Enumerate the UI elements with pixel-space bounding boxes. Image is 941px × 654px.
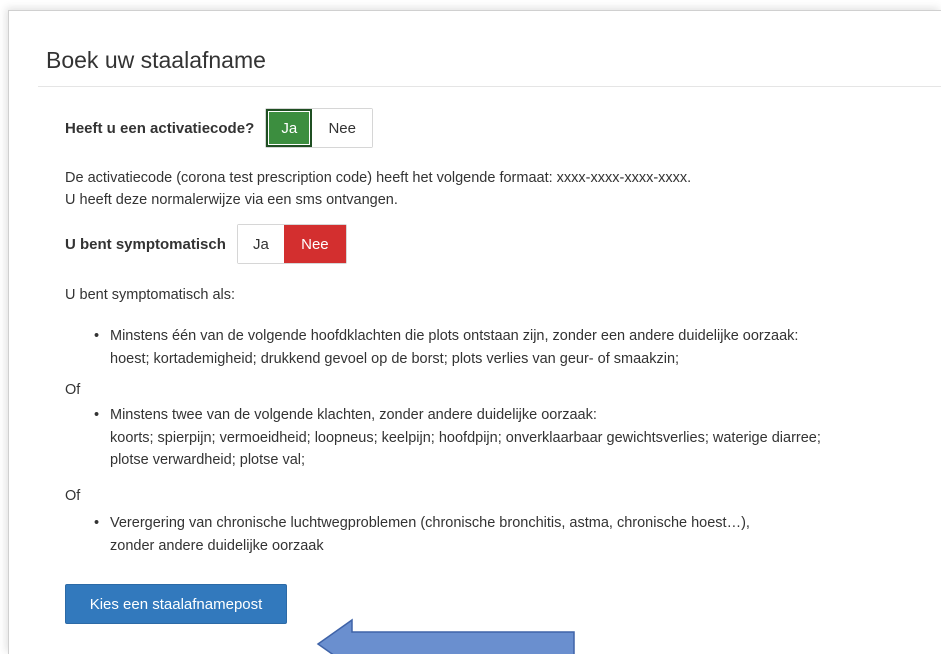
bullet-dot-icon: •: [94, 407, 100, 423]
activation-yes-button[interactable]: Ja: [266, 109, 313, 147]
list-item-line: Verergering van chronische luchtwegprobl…: [110, 515, 750, 531]
activation-toggle: Ja Nee: [265, 108, 374, 148]
symptomatic-yes-button[interactable]: Ja: [237, 225, 284, 263]
list-item-line: plotse verwardheid; plotse val;: [110, 452, 306, 468]
activation-question-row: Heeft u een activatiecode? Ja Nee: [65, 108, 374, 148]
list-item-line: Minstens twee van de volgende klachten, …: [110, 407, 597, 423]
list-item-line: zonder andere duidelijke oorzaak: [110, 537, 324, 554]
list-item-line: hoest; kortademigheid; drukkend gevoel o…: [110, 350, 680, 367]
symptomatic-intro: U bent symptomatisch als:: [65, 287, 236, 303]
activation-info-line2: U heeft deze normalerwijze via een sms o…: [65, 192, 398, 208]
symptomatic-question-row: U bent symptomatisch Ja Nee: [65, 224, 347, 264]
bullet-dot-icon: •: [94, 515, 100, 531]
activation-question-label: Heeft u een activatiecode?: [65, 119, 255, 137]
title-divider: [38, 86, 941, 87]
activation-info-line1: De activatiecode (corona test prescripti…: [65, 170, 692, 186]
list-item-line: Minstens één van de volgende hoofdklacht…: [110, 328, 799, 344]
arrow-left-icon: [316, 618, 575, 654]
symptomatic-no-button[interactable]: Nee: [283, 225, 346, 263]
symptomatic-question-label: U bent symptomatisch: [65, 235, 226, 253]
choose-sampling-point-button[interactable]: Kies een staalafnamepost: [65, 584, 287, 624]
or-separator: Of: [65, 488, 81, 504]
list-item-line: koorts; spierpijn; vermoeidheid; loopneu…: [110, 429, 821, 446]
or-separator: Of: [65, 382, 81, 398]
page-title: Boek uw staalafname: [46, 47, 266, 73]
symptomatic-toggle: Ja Nee: [236, 224, 347, 264]
activation-no-button[interactable]: Nee: [312, 109, 373, 147]
bullet-dot-icon: •: [94, 328, 100, 344]
